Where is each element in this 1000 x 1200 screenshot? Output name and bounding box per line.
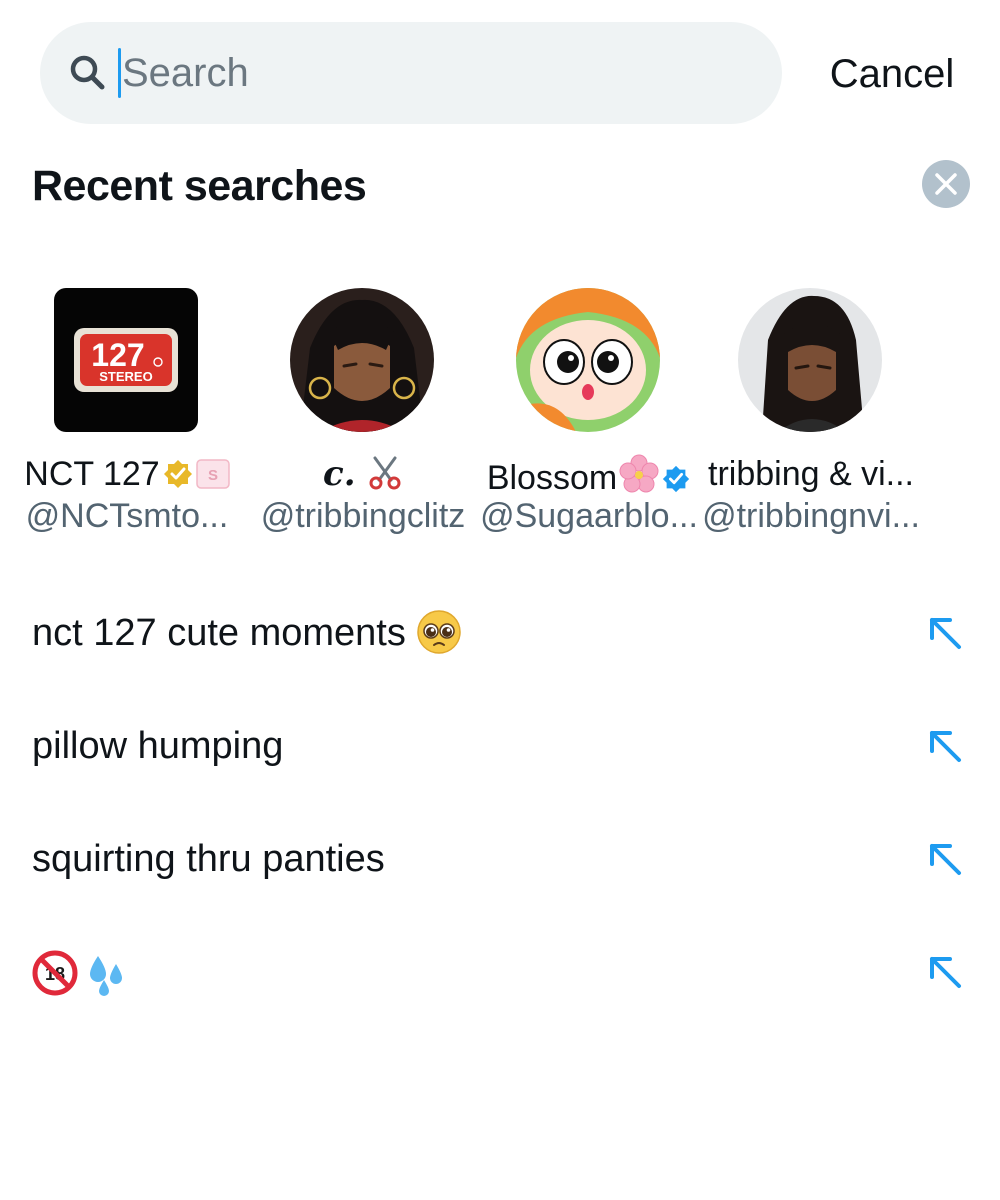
account-handle: @NCTsmto... xyxy=(25,497,229,535)
cherry-blossom-icon xyxy=(619,454,659,493)
avatar xyxy=(516,288,660,432)
account-handle: @tribbingclitz xyxy=(260,497,466,535)
avatar xyxy=(290,288,434,432)
clear-recent-searches-button[interactable] xyxy=(922,160,970,208)
arrow-up-left-icon[interactable] xyxy=(926,727,964,765)
arrow-up-left-icon[interactable] xyxy=(926,953,964,991)
recent-query-item[interactable]: 18 xyxy=(0,927,1000,1017)
recent-query-text: 18 xyxy=(32,949,130,999)
search-input[interactable] xyxy=(122,42,722,104)
recent-query-text: nct 127 cute moments xyxy=(32,608,462,658)
avatar xyxy=(738,288,882,432)
search-bar[interactable] xyxy=(40,22,782,124)
avatar: 127 STEREO xyxy=(54,288,198,432)
account-name: c. xyxy=(248,454,478,494)
account-handle: @Sugaarblo... xyxy=(480,497,698,535)
recent-query-text: squirting thru panties xyxy=(32,838,385,880)
arrow-up-left-icon[interactable] xyxy=(926,614,964,652)
arrow-up-left-icon[interactable] xyxy=(926,840,964,878)
recent-query-item[interactable]: squirting thru panties xyxy=(0,814,1000,904)
anime-woman-avatar xyxy=(290,288,434,432)
blossom-powerpuff-avatar xyxy=(516,288,660,432)
blue-verified-badge-icon xyxy=(663,465,690,493)
svg-text:STEREO: STEREO xyxy=(99,369,152,384)
recent-query-text: pillow humping xyxy=(32,725,284,767)
anime-woman-avatar-2-icon xyxy=(738,288,882,432)
text-caret xyxy=(118,48,121,98)
recent-searches-title: Recent searches xyxy=(32,162,367,210)
127-stereo-logo: 127 STEREO xyxy=(54,288,198,432)
recent-query-item[interactable]: pillow humping xyxy=(0,701,1000,791)
svg-text:S: S xyxy=(208,467,218,484)
search-icon xyxy=(70,55,105,90)
account-handle: @tribbingnvi... xyxy=(702,497,920,535)
no-under-18-icon: 18 xyxy=(32,950,78,996)
account-name: tribbing & vi... xyxy=(708,455,914,493)
sm-label-icon: S xyxy=(195,459,230,489)
recent-query-item[interactable]: nct 127 cute moments xyxy=(0,588,1000,678)
account-name: NCT 127 S xyxy=(12,454,242,494)
cancel-button[interactable]: Cancel xyxy=(812,48,972,100)
scissors-icon xyxy=(369,456,401,490)
gold-verified-badge-icon xyxy=(163,460,192,488)
svg-text:127: 127 xyxy=(91,337,144,373)
close-icon xyxy=(935,173,957,195)
account-name: Blossom xyxy=(474,454,704,498)
sweat-droplets-icon xyxy=(90,956,122,996)
pleading-face-icon xyxy=(417,610,461,654)
